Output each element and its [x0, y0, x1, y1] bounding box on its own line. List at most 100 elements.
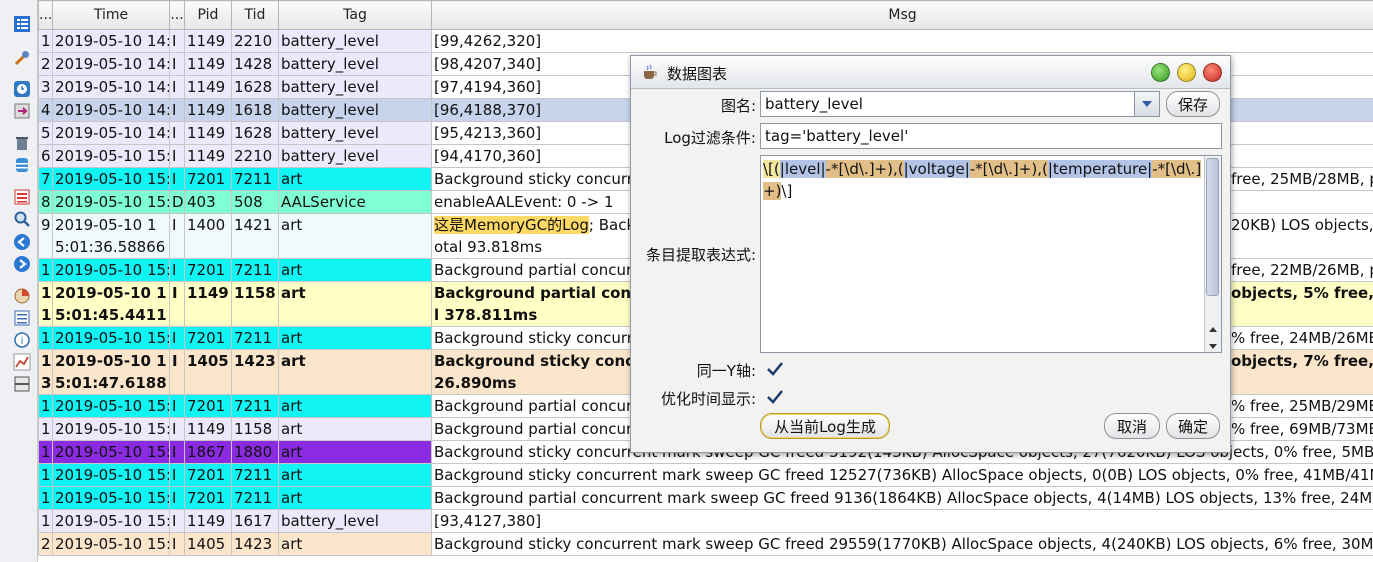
- col-header-index[interactable]: ...: [38, 0, 53, 30]
- cell-index: 1: [38, 463, 53, 487]
- cell-pid: 1149: [184, 98, 232, 122]
- cell-index: 1: [38, 486, 53, 510]
- cell-tid: 1628: [231, 121, 279, 145]
- table-header: ... Time ... Pid Tid Tag Msg: [38, 0, 1373, 30]
- cell-time: 2019-05-10 15:: [52, 167, 170, 191]
- database-icon[interactable]: [11, 155, 33, 175]
- col-header-time[interactable]: Time: [52, 0, 170, 30]
- cell-tag: art: [278, 532, 432, 556]
- chart-name-combo[interactable]: battery_level: [760, 91, 1160, 117]
- cell-level: I: [169, 29, 185, 53]
- chart-pie-icon[interactable]: [11, 286, 33, 306]
- line-chart-icon[interactable]: [11, 352, 33, 372]
- chevron-down-icon[interactable]: [1134, 92, 1159, 116]
- msg-text-right: % free, 69MB/73MB,: [1231, 418, 1373, 440]
- cell-tag: art: [278, 463, 432, 487]
- cell-time: 2019-05-10 15:: [52, 394, 170, 418]
- scrollbar-thumb[interactable]: [1206, 158, 1219, 296]
- cell-index: 6: [38, 144, 53, 168]
- forward-icon[interactable]: [11, 254, 33, 274]
- cell-pid: 1149: [184, 417, 232, 441]
- msg-text: [93,4127,380]: [434, 512, 542, 530]
- col-header-level[interactable]: ...: [169, 0, 185, 30]
- cell-index: 9: [38, 213, 53, 259]
- cell-index: 8: [38, 190, 53, 214]
- col-header-tid[interactable]: Tid: [231, 0, 279, 30]
- cell-pid: 1149: [184, 281, 232, 327]
- cell-msg: Background sticky concurrent mark sweep …: [431, 532, 1373, 556]
- table-row[interactable]: 1 2019-05-10 14: I 1149 2210 battery_level [99…: [38, 29, 1373, 53]
- cell-tid: 1421: [231, 213, 279, 259]
- cell-pid: 1405: [184, 532, 232, 556]
- cell-level: I: [169, 486, 185, 510]
- same-y-checkbox[interactable]: [766, 361, 784, 377]
- dialog-title: 数据图表: [667, 65, 728, 83]
- svg-text:i: i: [21, 336, 24, 347]
- expr-token: \]: [781, 182, 793, 200]
- scroll-down-icon[interactable]: [1208, 336, 1218, 355]
- cell-tag: battery_level: [278, 75, 432, 99]
- generate-from-log-button[interactable]: 从当前Log生成: [760, 413, 890, 439]
- cell-pid: 403: [184, 190, 232, 214]
- cell-tag: battery_level: [278, 52, 432, 76]
- maximize-button[interactable]: [1151, 63, 1170, 82]
- cell-tid: 7211: [231, 463, 279, 487]
- msg-text: [98,4207,340]: [434, 55, 542, 73]
- import-icon[interactable]: [11, 101, 33, 121]
- table-row[interactable]: 2 2019-05-10 15: I 1405 1423 art Background st…: [38, 532, 1373, 556]
- cell-msg: [99,4262,320]: [431, 29, 1373, 53]
- col-header-msg[interactable]: Msg: [431, 0, 1373, 30]
- cell-msg: [93,4127,380]: [431, 509, 1373, 533]
- filter-list-icon[interactable]: [11, 187, 33, 207]
- cell-index: 1: [38, 509, 53, 533]
- msg-text-right: % free, 25MB/29MB: [1231, 395, 1373, 417]
- minimize-button[interactable]: [1177, 63, 1196, 82]
- cell-tid: 7211: [231, 258, 279, 282]
- info-icon[interactable]: i: [11, 330, 33, 350]
- split-view-icon[interactable]: [11, 374, 33, 394]
- expr-token: |voltage|: [903, 160, 970, 178]
- cell-tag: battery_level: [278, 29, 432, 53]
- cell-level: I: [169, 75, 185, 99]
- ok-button[interactable]: 确定: [1166, 413, 1220, 439]
- msg-text: Background sticky concurrent mark sweep …: [434, 535, 1373, 553]
- close-button[interactable]: [1203, 63, 1222, 82]
- scroll-up-icon[interactable]: [1208, 318, 1218, 337]
- cell-pid: 7201: [184, 326, 232, 350]
- expr-textarea[interactable]: \[(|level|-*[\d\.]+),(|voltage|-*[\d\.]+…: [760, 155, 1222, 353]
- expr-label: 条目提取表达式:: [645, 246, 756, 264]
- cell-index: 1: [38, 29, 53, 53]
- expr-token: |temperature|: [1047, 160, 1153, 178]
- table-row[interactable]: 1 2019-05-10 15: I 1149 1617 battery_level [93…: [38, 509, 1373, 533]
- col-header-pid[interactable]: Pid: [184, 0, 232, 30]
- cell-tid: 7211: [231, 394, 279, 418]
- cell-tid: 1880: [231, 440, 279, 464]
- cell-pid: 1149: [184, 29, 232, 53]
- cell-time: 2019-05-10 15:: [52, 258, 170, 282]
- cell-level: I: [169, 213, 185, 259]
- trash-icon[interactable]: [11, 133, 33, 153]
- back-icon[interactable]: [11, 232, 33, 252]
- filter-input[interactable]: tag='battery_level': [760, 123, 1222, 149]
- table-row[interactable]: 1 2019-05-10 15: I 7201 7211 art Background st…: [38, 463, 1373, 487]
- cell-tid: 7211: [231, 326, 279, 350]
- table-row[interactable]: 1 2019-05-10 15: I 7201 7211 art Background pa…: [38, 486, 1373, 510]
- cancel-button[interactable]: 取消: [1104, 413, 1160, 439]
- left-toolbar: i: [0, 0, 38, 562]
- cell-level: I: [169, 52, 185, 76]
- msg-text: [96,4188,370]: [434, 101, 542, 119]
- wrench-icon[interactable]: [11, 48, 33, 68]
- columns-icon[interactable]: [11, 308, 33, 328]
- expr-scrollbar[interactable]: [1204, 156, 1221, 352]
- optimize-time-checkbox[interactable]: [766, 389, 784, 405]
- cell-tag: art: [278, 440, 432, 464]
- list-view-icon[interactable]: [11, 14, 33, 34]
- dialog-title-bar[interactable]: 数据图表: [631, 56, 1230, 89]
- clock-icon[interactable]: [11, 79, 33, 99]
- col-header-tag[interactable]: Tag: [278, 0, 432, 30]
- cell-time: 2019-05-10 14:: [52, 52, 170, 76]
- search-icon[interactable]: [11, 209, 33, 229]
- cell-level: D: [169, 190, 185, 214]
- msg-line: Background sticky concurrent mark sweep …: [434, 465, 1373, 486]
- save-button[interactable]: 保存: [1166, 91, 1220, 117]
